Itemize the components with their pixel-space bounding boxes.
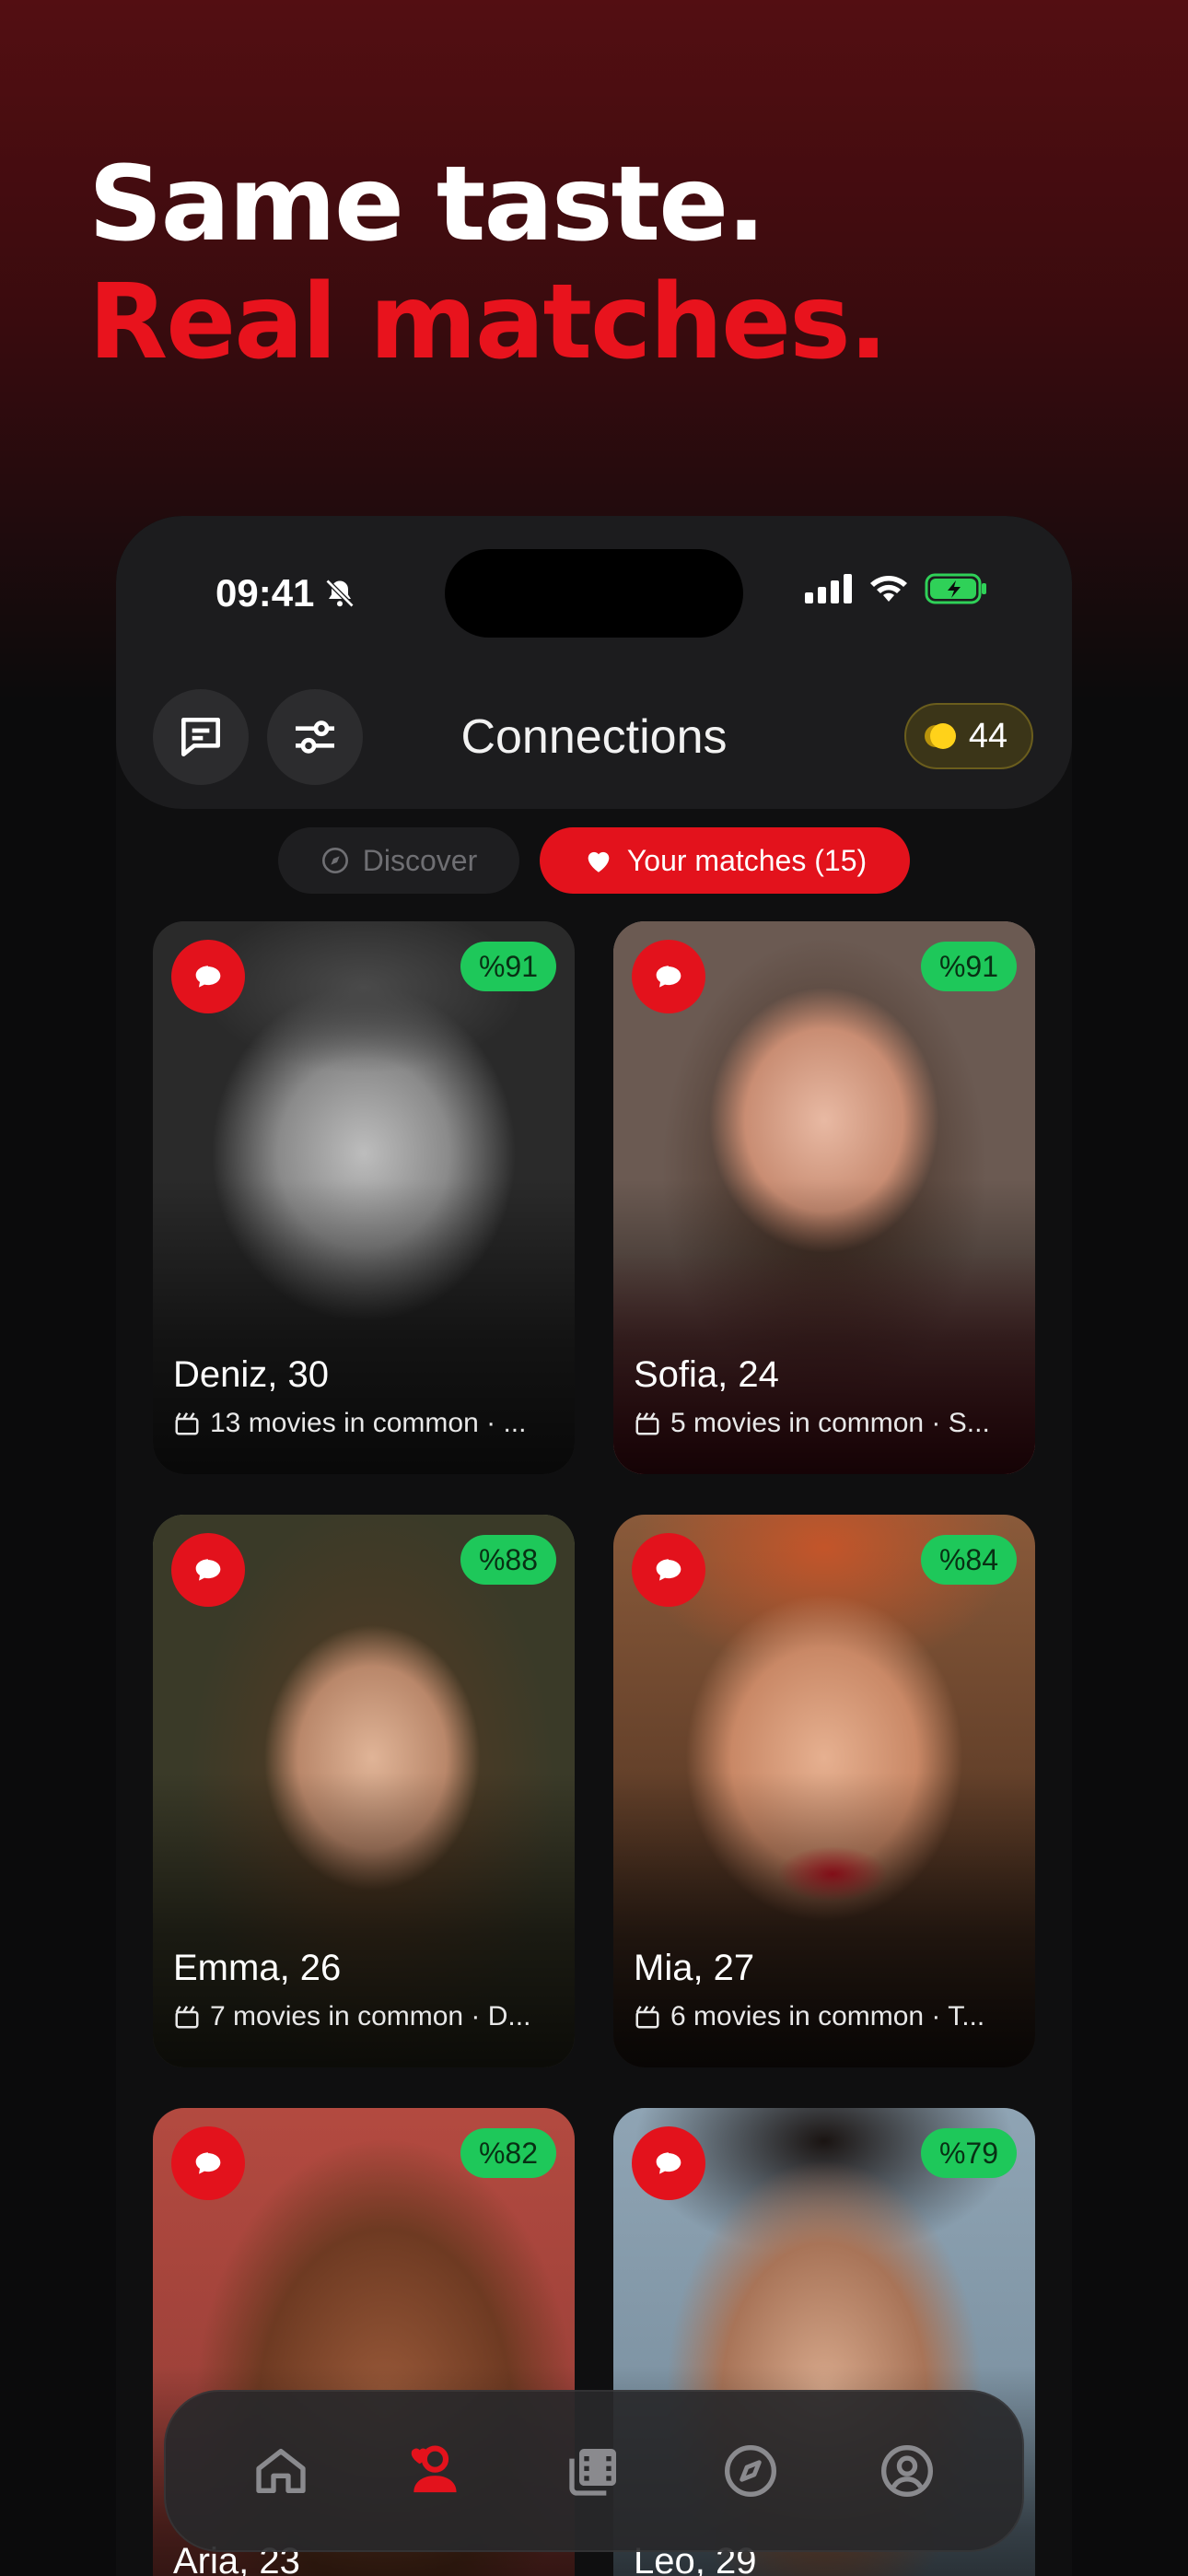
match-name: Emma, 26 (173, 1948, 342, 1988)
chat-icon (195, 2152, 221, 2174)
wifi-icon (870, 576, 907, 602)
coin-balance[interactable]: 44 (904, 703, 1033, 769)
movies-in-common-text: 13 movies in common · ... (210, 1408, 527, 1438)
chat-icon (195, 966, 221, 988)
battery-icon (925, 573, 986, 604)
match-card[interactable]: %88 Emma, 26 7 movies in common · D... (153, 1515, 575, 2067)
coin-icon (929, 723, 956, 749)
compass-icon (321, 848, 348, 873)
movies-in-common: 13 movies in common · ... (173, 1408, 560, 1439)
match-percent-badge: %82 (460, 2128, 556, 2178)
chat-icon (656, 2152, 681, 2174)
match-name: Mia, 27 (634, 1948, 755, 1988)
bell-muted-icon (326, 579, 355, 608)
movies-in-common: 5 movies in common · S... (634, 1408, 1020, 1439)
headline: Same taste. Real matches. (88, 145, 888, 382)
clapperboard-icon (635, 2006, 659, 2029)
status-icons (805, 573, 989, 604)
profile-icon (881, 2445, 933, 2497)
chat-button[interactable] (632, 1533, 705, 1607)
movies-in-common-text: 7 movies in common · D... (210, 2001, 531, 2032)
match-name: Sofia, 24 (634, 1354, 779, 1395)
match-percent-badge: %84 (920, 1535, 1017, 1585)
match-percent-badge: %91 (920, 942, 1017, 991)
chat-button[interactable] (171, 1533, 245, 1607)
matches-icon (411, 2445, 457, 2493)
movies-in-common-text: 6 movies in common · T... (670, 2001, 985, 2032)
coin-count: 44 (968, 716, 1008, 755)
chat-icon (656, 1559, 681, 1581)
movies-in-common: 7 movies in common · D... (173, 2001, 560, 2032)
match-name: Deniz, 30 (173, 1354, 329, 1395)
chat-button[interactable] (632, 940, 705, 1013)
match-percent-badge: %88 (460, 1535, 556, 1585)
status-time: 09:41 (215, 571, 356, 615)
headline-line-1: Same taste. (88, 145, 766, 264)
signal-icon (805, 574, 852, 603)
chat-icon (656, 966, 681, 988)
chat-button[interactable] (171, 2126, 245, 2200)
time-text: 09:41 (215, 571, 315, 615)
match-card[interactable]: %91 Sofia, 24 5 movies in common · S... (613, 921, 1035, 1474)
headline-line-2: Real matches. (88, 263, 888, 382)
tab-discover-nav[interactable] (705, 2425, 797, 2517)
match-card[interactable]: %91 Deniz, 30 13 movies in common · ... (153, 921, 575, 1474)
tab-library[interactable] (548, 2425, 640, 2517)
tab-discover[interactable]: Discover (278, 827, 519, 894)
match-card[interactable]: %84 Mia, 27 6 movies in common · T... (613, 1515, 1035, 2067)
app-header: 09:41 Connections 44 (116, 516, 1072, 809)
chat-button[interactable] (632, 2126, 705, 2200)
tab-profile[interactable] (861, 2425, 953, 2517)
dynamic-island (445, 549, 743, 638)
tab-your-matches[interactable]: Your matches (15) (540, 827, 910, 894)
bottom-tab-bar (164, 2390, 1024, 2552)
match-percent-badge: %79 (920, 2128, 1017, 2178)
tab-your-matches-label: Your matches (15) (626, 843, 868, 877)
clapperboard-icon (175, 2006, 199, 2029)
chat-button[interactable] (171, 940, 245, 1013)
tab-home[interactable] (235, 2425, 327, 2517)
home-icon (256, 2449, 306, 2493)
discover-icon (725, 2445, 776, 2497)
heart-icon (588, 851, 610, 872)
chat-icon (195, 1559, 221, 1581)
tab-matches[interactable] (391, 2425, 483, 2517)
clapperboard-icon (635, 1412, 659, 1435)
movies-in-common: 6 movies in common · T... (634, 2001, 1020, 2032)
movies-in-common-text: 5 movies in common · S... (670, 1408, 990, 1438)
library-icon (569, 2449, 616, 2496)
match-percent-badge: %91 (460, 942, 556, 991)
clapperboard-icon (175, 1412, 199, 1435)
phone-frame: 09:41 Connections 44 Discover Your match… (116, 516, 1072, 2576)
tab-discover-label: Discover (362, 843, 478, 877)
